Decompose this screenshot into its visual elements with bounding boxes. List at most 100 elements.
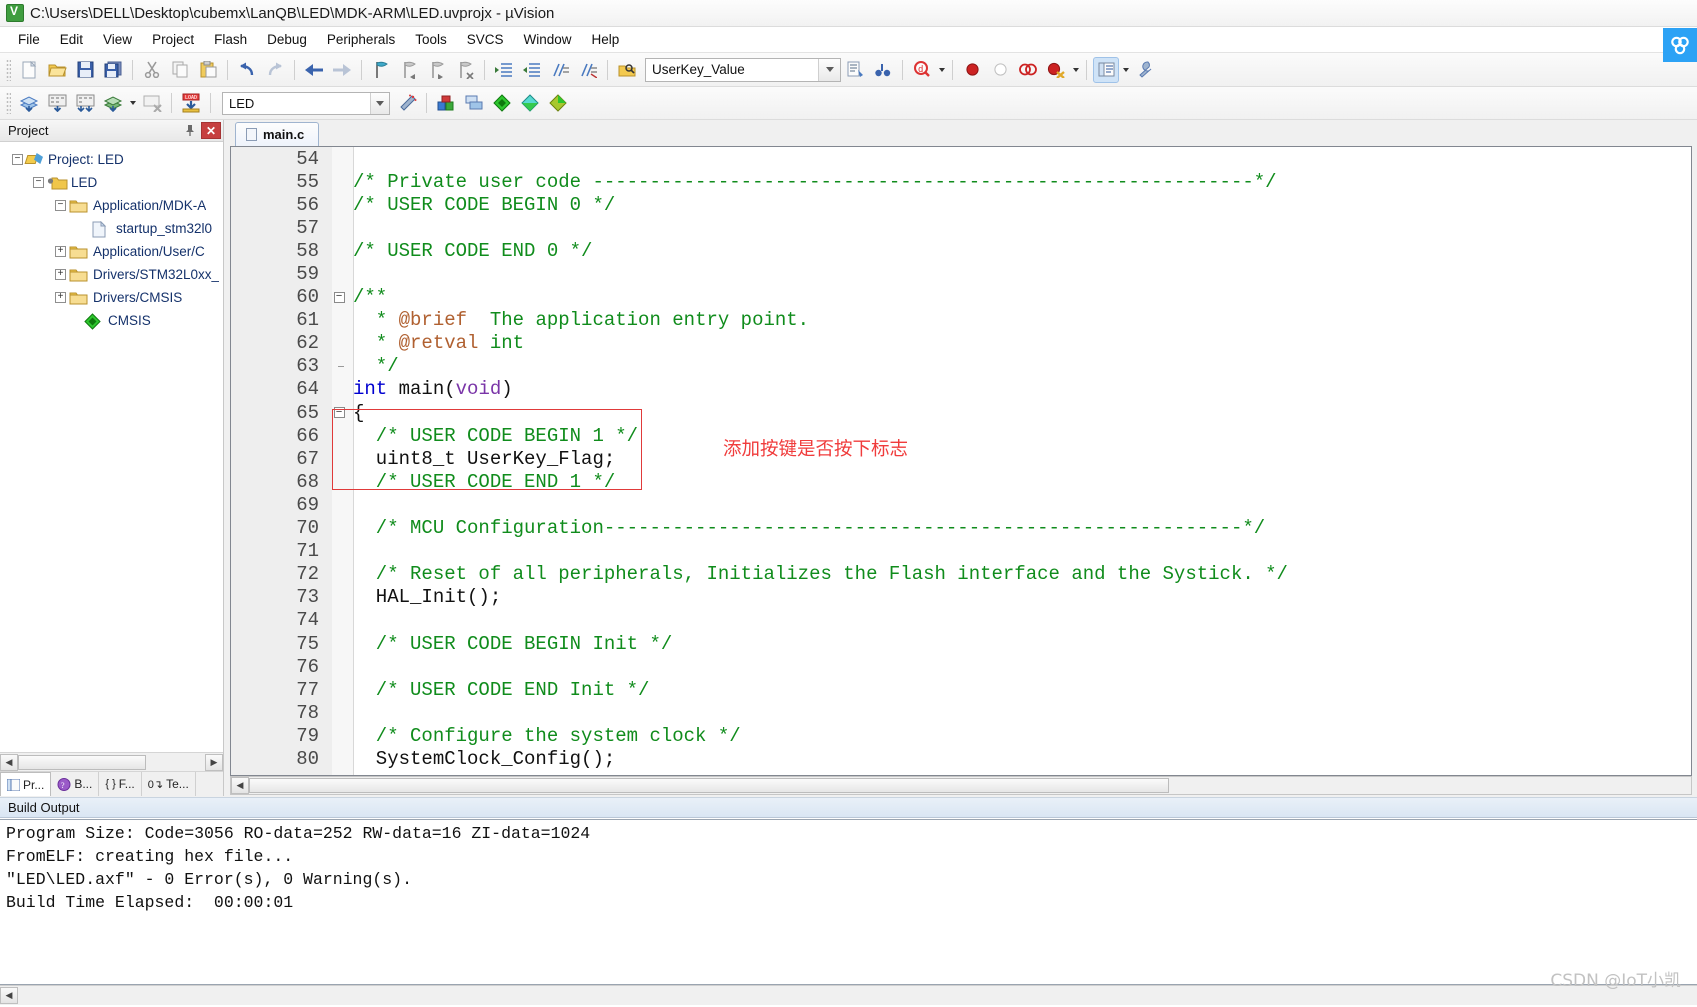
- find-combo[interactable]: UserKey_Value: [645, 57, 841, 82]
- code-hscrollbar[interactable]: ◀: [230, 776, 1692, 795]
- tree-item-drivers-stm32l0xx[interactable]: + Drivers/STM32L0xx_: [0, 263, 223, 286]
- tree-item-drivers-cmsis[interactable]: + Drivers/CMSIS: [0, 286, 223, 309]
- magic-wand-icon[interactable]: [394, 90, 420, 116]
- redo-icon[interactable]: [262, 57, 288, 83]
- bookmark-prev-icon[interactable]: [396, 57, 422, 83]
- remove-breakpoint-icon[interactable]: [987, 57, 1013, 83]
- tab-project[interactable]: Pr...: [0, 772, 52, 796]
- code-line[interactable]: 69: [231, 493, 1691, 516]
- build-icon[interactable]: [44, 90, 70, 116]
- undo-icon[interactable]: [234, 57, 260, 83]
- code-line[interactable]: 72 /* Reset of all peripherals, Initiali…: [231, 563, 1691, 586]
- new-file-icon[interactable]: [16, 57, 42, 83]
- configure-toolbox-icon[interactable]: [1093, 56, 1119, 83]
- find-input[interactable]: UserKey_Value: [646, 62, 818, 77]
- build-hscrollbar[interactable]: ◀: [0, 985, 1697, 1005]
- tree-item-application-mdk[interactable]: − Application/MDK-A: [0, 194, 223, 217]
- brand-logo-icon[interactable]: [1663, 28, 1697, 62]
- menu-help[interactable]: Help: [582, 29, 630, 50]
- teal-diamond-icon[interactable]: [517, 90, 543, 116]
- code-line[interactable]: 74: [231, 609, 1691, 632]
- open-file-icon[interactable]: [44, 57, 70, 83]
- toolbar-grip[interactable]: [6, 92, 11, 114]
- code-line[interactable]: 65 −{: [231, 401, 1691, 424]
- multi-project-icon[interactable]: [461, 90, 487, 116]
- fold-marker[interactable]: −: [327, 291, 351, 303]
- components-icon[interactable]: [433, 90, 459, 116]
- menu-window[interactable]: Window: [513, 29, 581, 50]
- tree-item-target[interactable]: − LED: [0, 171, 223, 194]
- code-lines[interactable]: 54 55 /* Private user code ---------------…: [231, 147, 1691, 775]
- code-line[interactable]: 66 /* USER CODE BEGIN 1 */: [231, 424, 1691, 447]
- fold-collapse-icon[interactable]: −: [333, 291, 345, 303]
- batch-build-icon[interactable]: [100, 90, 126, 116]
- batch-build-dropdown-icon[interactable]: [127, 90, 138, 116]
- code-line[interactable]: 56 /* USER CODE BEGIN 0 */: [231, 193, 1691, 216]
- code-line[interactable]: 77 /* USER CODE END Init */: [231, 678, 1691, 701]
- customize-icon[interactable]: [1132, 57, 1158, 83]
- code-line[interactable]: 58 /* USER CODE END 0 */: [231, 239, 1691, 262]
- code-line[interactable]: 79 /* Configure the system clock */: [231, 724, 1691, 747]
- code-line[interactable]: 63 */: [231, 355, 1691, 378]
- menu-project[interactable]: Project: [142, 29, 204, 50]
- code-line[interactable]: 78: [231, 701, 1691, 724]
- toolbar-grip[interactable]: [6, 58, 11, 81]
- tree-expander[interactable]: −: [55, 200, 66, 211]
- code-line[interactable]: 54: [231, 147, 1691, 170]
- code-line[interactable]: 71: [231, 540, 1691, 563]
- code-line[interactable]: 57: [231, 216, 1691, 239]
- pin-icon[interactable]: [181, 122, 199, 140]
- code-line[interactable]: 62 * @retval int: [231, 332, 1691, 355]
- scroll-right-icon[interactable]: ▶: [205, 753, 223, 771]
- configure-toolbox-dropdown-icon[interactable]: [1120, 57, 1131, 83]
- tab-functions[interactable]: { } F...: [99, 772, 142, 796]
- close-icon[interactable]: ✕: [201, 122, 221, 139]
- scroll-left-icon[interactable]: ◀: [231, 777, 249, 794]
- copy-icon[interactable]: [167, 57, 193, 83]
- tree-item-startup-file[interactable]: startup_stm32l0: [0, 217, 223, 240]
- debug-zoom-dropdown-icon[interactable]: [936, 57, 947, 83]
- olive-diamond-icon[interactable]: [545, 90, 571, 116]
- scroll-thumb[interactable]: [18, 754, 146, 770]
- target-dropdown-arrow[interactable]: [370, 92, 389, 114]
- code-editor[interactable]: 54 55 /* Private user code ---------------…: [230, 146, 1692, 776]
- code-line[interactable]: 55 /* Private user code -----------------…: [231, 170, 1691, 193]
- kill-breakpoints-dropdown-icon[interactable]: [1070, 57, 1081, 83]
- stop-build-icon[interactable]: [139, 90, 165, 116]
- editor-tab-main-c[interactable]: main.c: [235, 122, 320, 146]
- tab-books[interactable]: ? B...: [51, 772, 100, 796]
- navigate-forward-icon[interactable]: [329, 57, 355, 83]
- scroll-left-icon[interactable]: ◀: [0, 753, 18, 771]
- download-icon[interactable]: LOAD: [178, 90, 204, 116]
- find-in-files-icon[interactable]: [870, 57, 896, 83]
- menu-debug[interactable]: Debug: [257, 29, 317, 50]
- build-output-text[interactable]: Program Size: Code=3056 RO-data=252 RW-d…: [0, 819, 1697, 985]
- project-tree-hscrollbar[interactable]: ◀ ▶: [0, 752, 223, 771]
- cut-icon[interactable]: [139, 57, 165, 83]
- navigate-back-icon[interactable]: [301, 57, 327, 83]
- tree-item-application-user[interactable]: + Application/User/C: [0, 240, 223, 263]
- code-line[interactable]: 75 /* USER CODE BEGIN Init */: [231, 632, 1691, 655]
- find-history-icon[interactable]: [614, 57, 640, 83]
- tree-expander[interactable]: +: [55, 292, 66, 303]
- uncomment-icon[interactable]: [575, 57, 601, 83]
- code-line[interactable]: 76: [231, 655, 1691, 678]
- menu-svcs[interactable]: SVCS: [457, 29, 514, 50]
- save-all-icon[interactable]: [100, 57, 126, 83]
- code-line[interactable]: 67 uint8_t UserKey_Flag;: [231, 447, 1691, 470]
- disable-breakpoint-icon[interactable]: [1015, 57, 1041, 83]
- tree-expander[interactable]: −: [33, 177, 44, 188]
- indent-icon[interactable]: [491, 57, 517, 83]
- insert-breakpoint-icon[interactable]: [959, 57, 985, 83]
- tree-expander[interactable]: +: [55, 246, 66, 257]
- comment-icon[interactable]: [547, 57, 573, 83]
- debug-zoom-icon[interactable]: d: [909, 57, 935, 83]
- code-line[interactable]: 80 SystemClock_Config();: [231, 747, 1691, 770]
- code-line[interactable]: 73 HAL_Init();: [231, 586, 1691, 609]
- menu-view[interactable]: View: [93, 29, 142, 50]
- bookmark-clear-icon[interactable]: [452, 57, 478, 83]
- menu-file[interactable]: File: [8, 29, 50, 50]
- incremental-find-icon[interactable]: [842, 57, 868, 83]
- scroll-thumb[interactable]: [249, 778, 1169, 793]
- kill-breakpoints-icon[interactable]: [1043, 57, 1069, 83]
